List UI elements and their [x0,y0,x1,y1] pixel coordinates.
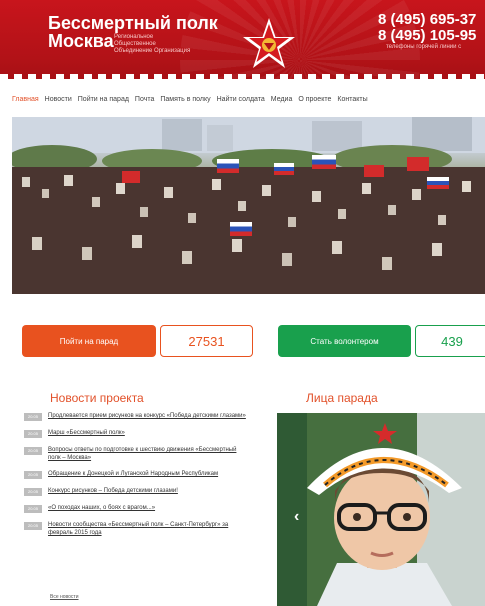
hero-parade-photo [12,117,485,294]
faces-section-title: Лица парада [306,391,378,405]
news-date-badge: 20.05 [24,522,42,530]
all-news-link[interactable]: Все новости [50,594,79,600]
news-date-badge: 20.05 [24,413,42,421]
news-date-badge: 20.05 [24,505,42,513]
news-date-badge: 20.05 [24,488,42,496]
news-item[interactable]: 20.05 Вопросы ответы по подготовке к шес… [24,446,249,462]
site-subtitle: Региональное Общественное Объединение Ор… [114,34,191,54]
news-link[interactable]: Вопросы ответы по подготовке к шествию д… [48,446,249,462]
header-battlement [0,74,485,86]
news-link[interactable]: «О походах наших, о боях с врагом...» [48,504,155,512]
nav-item-memory[interactable]: Память в полку [160,96,210,110]
nav-item-about[interactable]: О проекте [298,96,331,110]
faces-carousel-photo[interactable] [277,413,485,606]
news-date-badge: 20.05 [24,471,42,479]
volunteers-count: 439 [415,325,485,357]
nav-item-mail[interactable]: Почта [135,96,154,110]
news-item[interactable]: 20.05 «О походах наших, о боях с врагом.… [24,504,249,513]
site-title-line1: Бессмертный полк [48,13,218,33]
main-nav: Главная Новости Пойти на парад Почта Пам… [0,96,485,110]
nav-item-home[interactable]: Главная [12,96,39,110]
nav-item-find-soldier[interactable]: Найти солдата [217,96,265,110]
phone-1[interactable]: 8 (495) 695-37 [378,12,476,28]
news-date-badge: 20.05 [24,447,42,455]
become-volunteer-button[interactable]: Стать волонтером [278,325,411,357]
news-link[interactable]: Марш «Бессмертный полк» [48,429,125,437]
news-link[interactable]: Конкурс рисунков – Победа детскими глаза… [48,487,178,495]
news-date-badge: 20.05 [24,430,42,438]
nav-item-news[interactable]: Новости [45,96,72,110]
news-link[interactable]: Новости сообщества «Бессмертный полк – С… [48,521,249,537]
news-item[interactable]: 20.05 Марш «Бессмертный полк» [24,429,249,438]
phone-2[interactable]: 8 (495) 105-95 [378,28,476,44]
parade-participants-count: 27531 [160,325,253,357]
news-item[interactable]: 20.05 Продлевается прием рисунков на кон… [24,412,249,421]
nav-item-contacts[interactable]: Контакты [337,96,367,110]
news-link[interactable]: Обращение к Донецкой и Луганской Народны… [48,470,218,478]
phones-note: телефоны горячей линии с [386,44,462,50]
join-parade-button[interactable]: Пойти на парад [22,325,156,357]
nav-item-media[interactable]: Медиа [271,96,293,110]
news-item[interactable]: 20.05 Конкурс рисунков – Победа детскими… [24,487,249,496]
news-item[interactable]: 20.05 Обращение к Донецкой и Луганской Н… [24,470,249,479]
star-emblem-icon [240,16,298,74]
news-list: 20.05 Продлевается прием рисунков на кон… [24,412,249,545]
news-link[interactable]: Продлевается прием рисунков на конкурс «… [48,412,246,420]
news-section-title: Новости проекта [50,391,144,405]
phone-numbers: 8 (495) 695-37 8 (495) 105-95 [378,12,476,44]
chevron-left-icon[interactable]: ‹ [294,508,299,526]
news-item[interactable]: 20.05 Новости сообщества «Бессмертный по… [24,521,249,537]
site-header: Бессмертный полк Москва Региональное Общ… [0,0,485,86]
nav-item-parade[interactable]: Пойти на парад [78,96,129,110]
